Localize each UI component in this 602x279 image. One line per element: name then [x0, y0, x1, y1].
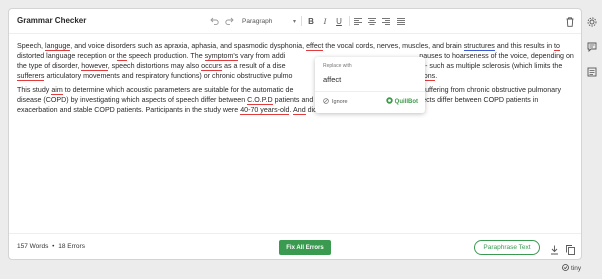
quillbot-brand: QuillBot — [385, 97, 418, 106]
text-segment: , and voice disorders such as apraxia, a… — [70, 42, 307, 50]
list-icon[interactable] — [587, 64, 599, 82]
tiny-branding: tiny — [562, 264, 581, 273]
popup-divider — [315, 91, 425, 92]
quillbot-logo-icon — [385, 97, 393, 106]
redo-icon[interactable] — [223, 14, 235, 28]
text-segment: , speech distortions may also — [107, 62, 202, 70]
download-icon[interactable] — [550, 242, 559, 260]
toolbar-divider — [349, 16, 350, 26]
popup-heading: Replace with — [323, 63, 352, 69]
underline-icon[interactable]: U — [333, 14, 345, 28]
text-segment: This study — [17, 86, 52, 94]
text-segment: - such as multiple sclerosis (which limi… — [423, 62, 565, 70]
ignore-icon — [323, 98, 329, 106]
text-segment: the vocal cords, nerves, muscles, and br… — [323, 42, 464, 50]
flagged-word[interactable]: symptom's — [204, 52, 239, 61]
align-justify-icon[interactable] — [395, 14, 407, 28]
flagged-word[interactable]: occurs — [201, 62, 223, 71]
app-title: Grammar Checker — [17, 16, 87, 25]
tiny-logo-icon — [562, 264, 569, 273]
quillbot-label: QuillBot — [394, 98, 418, 105]
paraphrase-text-button[interactable]: Paraphrase Text — [474, 240, 540, 255]
text-segment: articulatory movements and respiratory f… — [44, 72, 293, 80]
toolbar-divider — [301, 16, 302, 26]
align-center-icon[interactable] — [366, 14, 378, 28]
side-panel-icons — [587, 14, 599, 82]
ignore-label: Ignore — [332, 99, 348, 105]
comment-icon[interactable] — [587, 39, 599, 57]
editor-header: Grammar Checker Paragraph ▾ B I U — [9, 9, 581, 34]
paragraph-2: This study aim to determine which acoust… — [17, 85, 577, 115]
editor-content[interactable]: Speech, languge, and voice disorders suc… — [17, 41, 577, 119]
grammar-checker-editor: Grammar Checker Paragraph ▾ B I U Speech… — [8, 8, 582, 260]
copy-icon[interactable] — [566, 242, 575, 260]
align-left-icon[interactable] — [352, 14, 364, 28]
flagged-word[interactable]: aim — [51, 86, 63, 95]
paragraph-format-value: Paragraph — [242, 17, 273, 25]
paragraph-format-select[interactable]: Paragraph ▾ — [242, 15, 296, 27]
stats-separator: • — [52, 243, 55, 250]
suggestion-word[interactable]: structures — [463, 42, 495, 51]
editor-footer: 157 Words • 18 Errors Fix All Errors Par… — [9, 233, 581, 259]
text-segment: speech production. The — [126, 52, 205, 60]
word-count: 157 Words — [17, 243, 49, 250]
flagged-word[interactable]: And — [293, 106, 306, 115]
text-segment: patients and — [272, 96, 316, 104]
flagged-word[interactable]: C.O.P.D — [247, 96, 273, 105]
ignore-button[interactable]: Ignore — [323, 98, 348, 106]
text-segment: vary from addi — [238, 52, 286, 60]
bold-icon[interactable]: B — [305, 14, 317, 28]
suggestion-option[interactable]: affect — [323, 75, 341, 84]
suggestion-popup: Replace with affect Ignore QuillBot — [315, 57, 425, 113]
page-background: Grammar Checker Paragraph ▾ B I U Speech… — [0, 0, 602, 279]
error-count: 18 Errors — [58, 243, 85, 250]
text-segment: Speech, — [17, 42, 46, 50]
tiny-label: tiny — [571, 265, 582, 272]
align-right-icon[interactable] — [380, 14, 392, 28]
flagged-word[interactable]: effect — [306, 42, 324, 51]
flagged-word[interactable]: 40-70 years-old — [240, 106, 290, 115]
flagged-word[interactable]: languge — [45, 42, 71, 51]
flagged-word[interactable]: the — [116, 52, 127, 61]
text-segment: . — [435, 72, 438, 80]
document-stats: 157 Words • 18 Errors — [17, 243, 85, 250]
text-segment: as a result of a dise — [222, 62, 286, 70]
flagged-word[interactable]: however — [81, 62, 108, 71]
text-segment: and this results in — [494, 42, 554, 50]
trash-icon[interactable] — [566, 14, 574, 32]
fix-all-errors-button[interactable]: Fix All Errors — [279, 240, 331, 255]
settings-icon[interactable] — [587, 14, 599, 32]
italic-icon[interactable]: I — [319, 14, 331, 28]
chevron-down-icon: ▾ — [292, 18, 296, 25]
text-segment: to determine which acoustic parameters a… — [62, 86, 294, 94]
undo-icon[interactable] — [208, 14, 220, 28]
flagged-word[interactable]: sufferers — [17, 72, 45, 81]
paragraph-1: Speech, languge, and voice disorders suc… — [17, 41, 577, 81]
